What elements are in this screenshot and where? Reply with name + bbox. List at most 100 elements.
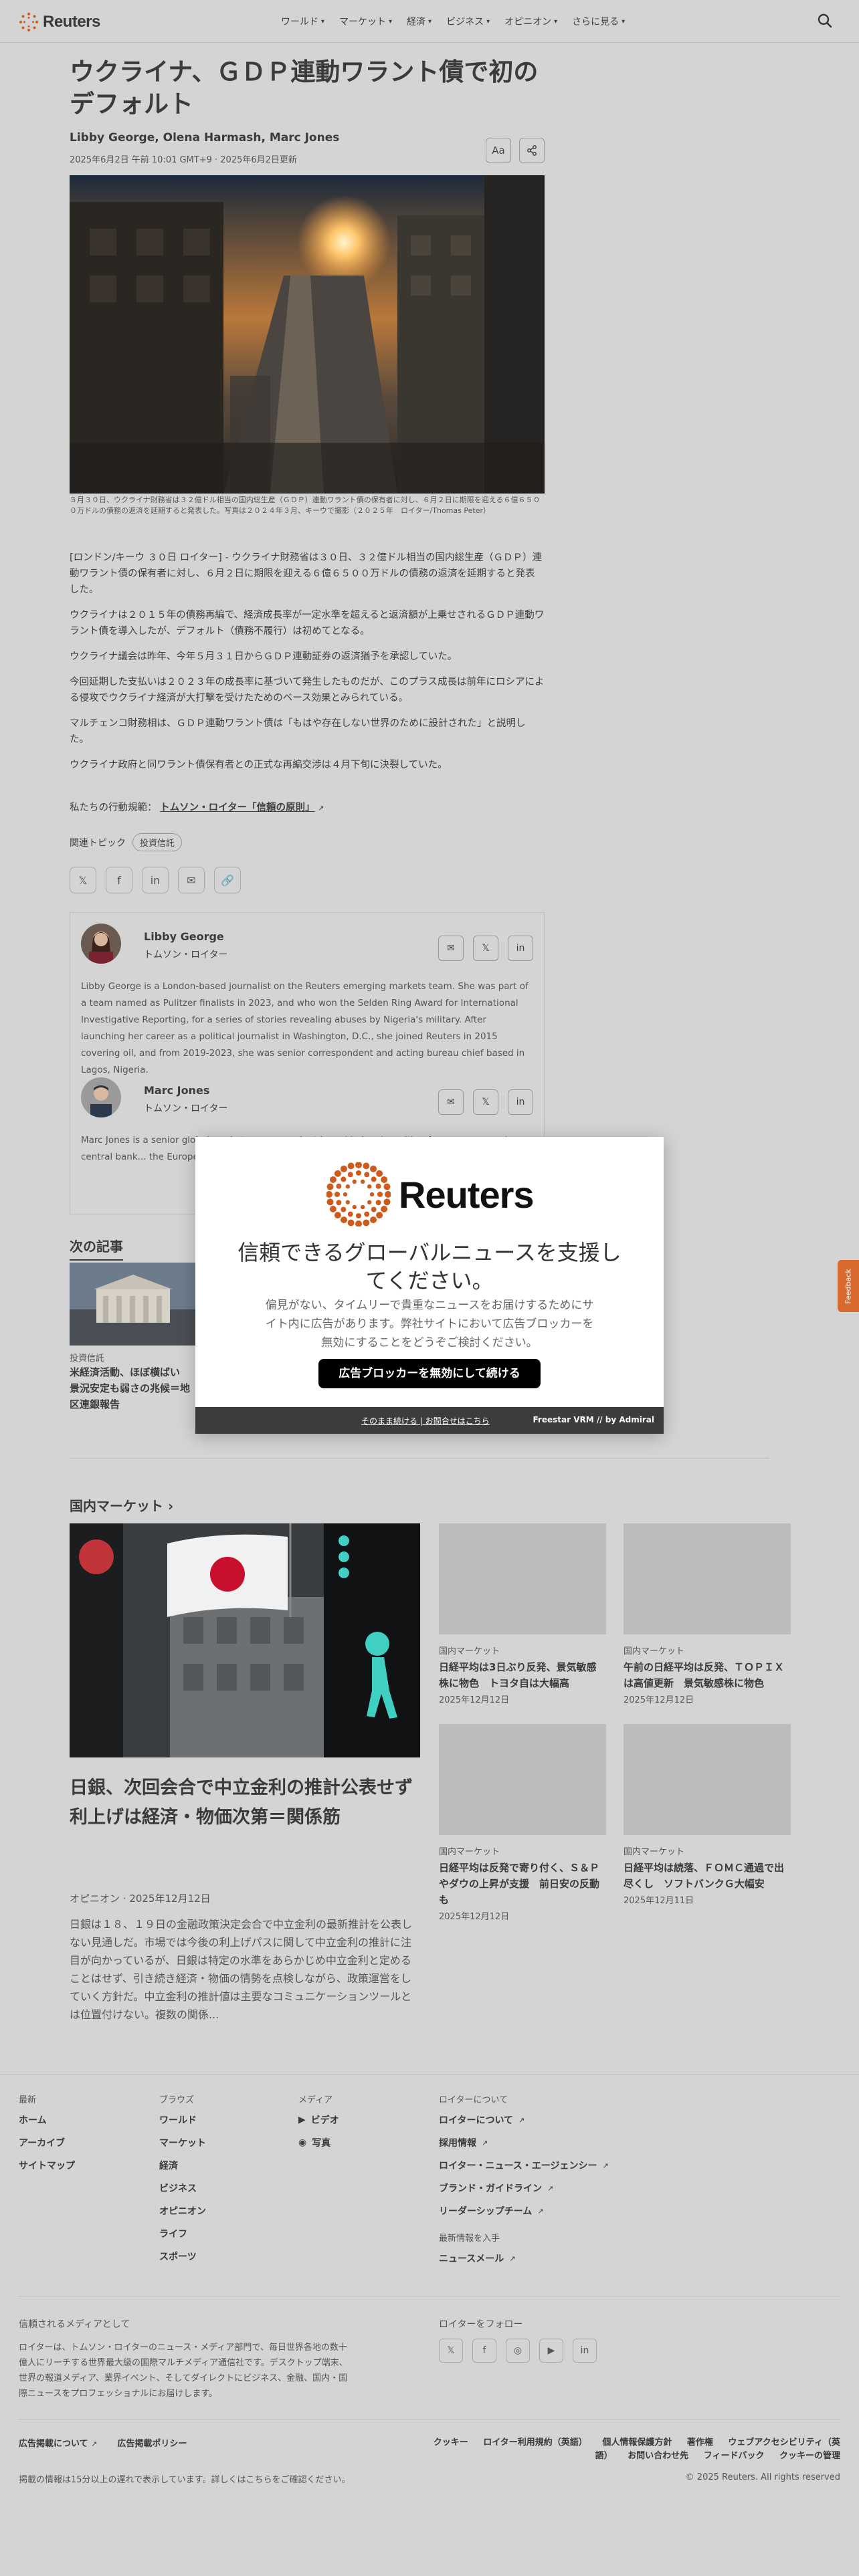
- lead-story-image[interactable]: [70, 1523, 420, 1757]
- trusted-heading: 信頼されるメディアとして: [19, 2319, 130, 2330]
- story-tag: 国内マーケット: [624, 1646, 685, 1656]
- story-card[interactable]: 国内マーケット 日経平均は続落、ＦＯＭＣ通過で出尽くし ソフトバンクＧ大幅安 2…: [624, 1724, 791, 1906]
- copyright-link[interactable]: 著作権: [687, 2438, 713, 2448]
- footer-link[interactable]: アーカイブ: [19, 2136, 75, 2149]
- facebook-icon[interactable]: f: [472, 2339, 496, 2363]
- footer-link[interactable]: ライフ: [159, 2227, 206, 2240]
- lead-story-title[interactable]: 日銀、次回会合で中立金利の推計公表せず 利上げは経済・物価次第＝関係筋: [70, 1774, 431, 1832]
- social-links: 𝕏 f ◎ ▶ in: [439, 2339, 597, 2363]
- nav-item-business[interactable]: ビジネス ▾: [446, 15, 490, 28]
- footer-link[interactable]: スポーツ: [159, 2250, 206, 2263]
- disable-adblock-button[interactable]: 広告ブロッカーを無効にして続ける: [318, 1359, 541, 1388]
- article-paragraph: 今回延期した支払いは２０２３年の成長率に基づいて発生したものだが、このプラス成長…: [70, 677, 545, 704]
- nav-item-opinion[interactable]: オピニオン ▾: [504, 15, 557, 28]
- ad-policy-link[interactable]: 広告掲載ポリシー: [117, 2436, 187, 2449]
- continue-contact-links[interactable]: そのまま続ける | お問合せはこちら: [361, 1415, 490, 1426]
- x-icon[interactable]: 𝕏: [473, 1089, 498, 1115]
- trust-principles-link[interactable]: トムソン・ロイター「信頼の原則」: [160, 802, 314, 813]
- newsletter-link[interactable]: ニュースメール ↗: [439, 2252, 609, 2265]
- external-link-icon: ↗: [537, 2206, 544, 2216]
- ad-links: 広告掲載について ↗ 広告掲載ポリシー: [19, 2436, 187, 2449]
- footer-link[interactable]: ワールド: [159, 2113, 206, 2127]
- footer-heading: ブラウズ: [159, 2095, 195, 2105]
- reuters-dots-icon: [19, 13, 38, 31]
- linkedin-icon[interactable]: in: [573, 2339, 597, 2363]
- story-image-placeholder: [624, 1523, 791, 1634]
- story-card[interactable]: 国内マーケット 午前の日経平均は反発、ＴＯＰＩＸは高値更新 景気敏感株に物色 2…: [624, 1523, 791, 1705]
- footer-link[interactable]: ブランド・ガイドライン ↗: [439, 2181, 609, 2195]
- author-link[interactable]: Marc Jones: [270, 131, 340, 144]
- reuters-dots-icon: [326, 1162, 391, 1226]
- search-icon[interactable]: [816, 12, 834, 29]
- instagram-icon[interactable]: ◎: [506, 2339, 530, 2363]
- footer-link[interactable]: ビジネス: [159, 2181, 206, 2195]
- nav-item-markets[interactable]: マーケット ▾: [339, 15, 392, 28]
- story-tag: 国内マーケット: [624, 1847, 685, 1857]
- footer-link-label: ビデオ: [310, 2115, 339, 2126]
- author-name[interactable]: Libby George: [144, 930, 224, 943]
- story-tag: 国内マーケット: [439, 1646, 500, 1656]
- footer-link-label: 広告掲載について: [19, 2439, 88, 2449]
- terms-link[interactable]: ロイター利用規約（英語）: [483, 2438, 587, 2448]
- story-title[interactable]: 日経平均は3日ぶり反発、景気敏感株に物色 トヨタ自は大幅高: [439, 1659, 606, 1691]
- footer-link[interactable]: マーケット: [159, 2136, 206, 2149]
- next-article-title[interactable]: 米経済活動、ほぼ横ばい 景況安定も弱さの兆候＝地区連銀報告: [70, 1364, 195, 1412]
- reuters-logo[interactable]: Reuters: [19, 12, 100, 32]
- modal-logo: Reuters: [326, 1162, 535, 1226]
- cookie-manage-link[interactable]: クッキーの管理: [779, 2451, 840, 2461]
- footer-link[interactable]: ロイター・ニュース・エージェンシー ↗: [439, 2159, 609, 2172]
- footer-link[interactable]: 採用情報 ↗: [439, 2136, 609, 2149]
- footer-link[interactable]: リーダーシップチーム ↗: [439, 2204, 609, 2218]
- author-link[interactable]: Libby George: [70, 131, 155, 144]
- footer-link[interactable]: オピニオン: [159, 2204, 206, 2218]
- domestic-markets-heading[interactable]: 国内マーケット ›: [70, 1495, 173, 1515]
- text-size-button[interactable]: Aa: [486, 138, 511, 163]
- footer-link[interactable]: サイトマップ: [19, 2159, 75, 2172]
- next-article-image[interactable]: [70, 1263, 195, 1346]
- cookie-link[interactable]: クッキー: [434, 2438, 468, 2448]
- footer-link-video[interactable]: ▶ ビデオ: [298, 2113, 339, 2127]
- copy-link-icon[interactable]: 🔗: [214, 867, 241, 893]
- story-title[interactable]: 午前の日経平均は反発、ＴＯＰＩＸは高値更新 景気敏感株に物色: [624, 1659, 791, 1691]
- x-icon[interactable]: 𝕏: [473, 936, 498, 961]
- privacy-link[interactable]: 個人情報保護方針: [602, 2438, 672, 2448]
- story-card[interactable]: 国内マーケット 日経平均は反発で寄り付く、Ｓ＆Ｐやダウの上昇が支援 前日安の反動…: [439, 1724, 606, 1922]
- top-navigation: Reuters ワールド ▾ マーケット ▾ 経済 ▾ ビジネス ▾ オピニオン ▾ さら…: [0, 0, 859, 43]
- external-link-icon: ↗: [547, 2183, 554, 2193]
- email-share-icon[interactable]: ✉: [178, 867, 205, 893]
- feedback-tab[interactable]: Feedback: [838, 1260, 859, 1312]
- footer-divider: [19, 2419, 840, 2420]
- ad-info-link[interactable]: 広告掲載について ↗: [19, 2436, 97, 2449]
- footer-link[interactable]: ホーム: [19, 2113, 75, 2127]
- author-link[interactable]: Olena Harmash: [163, 131, 262, 144]
- nav-item-more[interactable]: さらに見る ▾: [572, 15, 625, 28]
- feedback-link[interactable]: フィードバック: [704, 2451, 765, 2461]
- contact-link[interactable]: お問い合わせ先: [628, 2451, 688, 2461]
- nav-item-world[interactable]: ワールド ▾: [281, 15, 324, 28]
- story-card[interactable]: 国内マーケット 日経平均は3日ぶり反発、景気敏感株に物色 トヨタ自は大幅高 20…: [439, 1523, 606, 1705]
- story-title[interactable]: 日経平均は続落、ＦＯＭＣ通過で出尽くし ソフトバンクＧ大幅安: [624, 1860, 791, 1892]
- linkedin-icon[interactable]: in: [508, 936, 533, 961]
- story-title[interactable]: 日経平均は反発で寄り付く、Ｓ＆Ｐやダウの上昇が支援 前日安の反動も: [439, 1860, 606, 1908]
- share-button[interactable]: [519, 138, 545, 163]
- x-icon[interactable]: 𝕏: [439, 2339, 463, 2363]
- section-divider: [70, 1458, 769, 1459]
- facebook-share-icon[interactable]: f: [106, 867, 132, 893]
- x-share-icon[interactable]: 𝕏: [70, 867, 96, 893]
- topic-pill[interactable]: 投資信託: [132, 833, 183, 851]
- linkedin-share-icon[interactable]: in: [142, 867, 169, 893]
- footer-link-photos[interactable]: ◉ 写真: [298, 2136, 339, 2149]
- story-date: 2025年12月12日: [439, 1912, 510, 1922]
- next-article-tag[interactable]: 投資信託: [70, 1351, 104, 1364]
- nav-item-economy[interactable]: 経済 ▾: [407, 15, 432, 28]
- footer-col-browse: ブラウズ ワールド マーケット 経済 ビジネス オピニオン ライフ スポーツ: [159, 2092, 206, 2272]
- linkedin-icon[interactable]: in: [508, 1089, 533, 1115]
- photo-caption: ５月３０日、ウクライナ財務省は３２億ドル相当の国内総生産（ＧＤＰ）連動ワラント債…: [70, 496, 541, 515]
- youtube-icon[interactable]: ▶: [539, 2339, 563, 2363]
- footer-col-about: ロイターについて ロイターについて ↗ 採用情報 ↗ ロイター・ニュース・エージェン…: [439, 2092, 609, 2274]
- footer-link[interactable]: 経済: [159, 2159, 206, 2172]
- email-icon[interactable]: ✉: [438, 1089, 464, 1115]
- footer-link[interactable]: ロイターについて ↗: [439, 2113, 609, 2127]
- email-icon[interactable]: ✉: [438, 936, 464, 961]
- author-name[interactable]: Marc Jones: [144, 1084, 209, 1097]
